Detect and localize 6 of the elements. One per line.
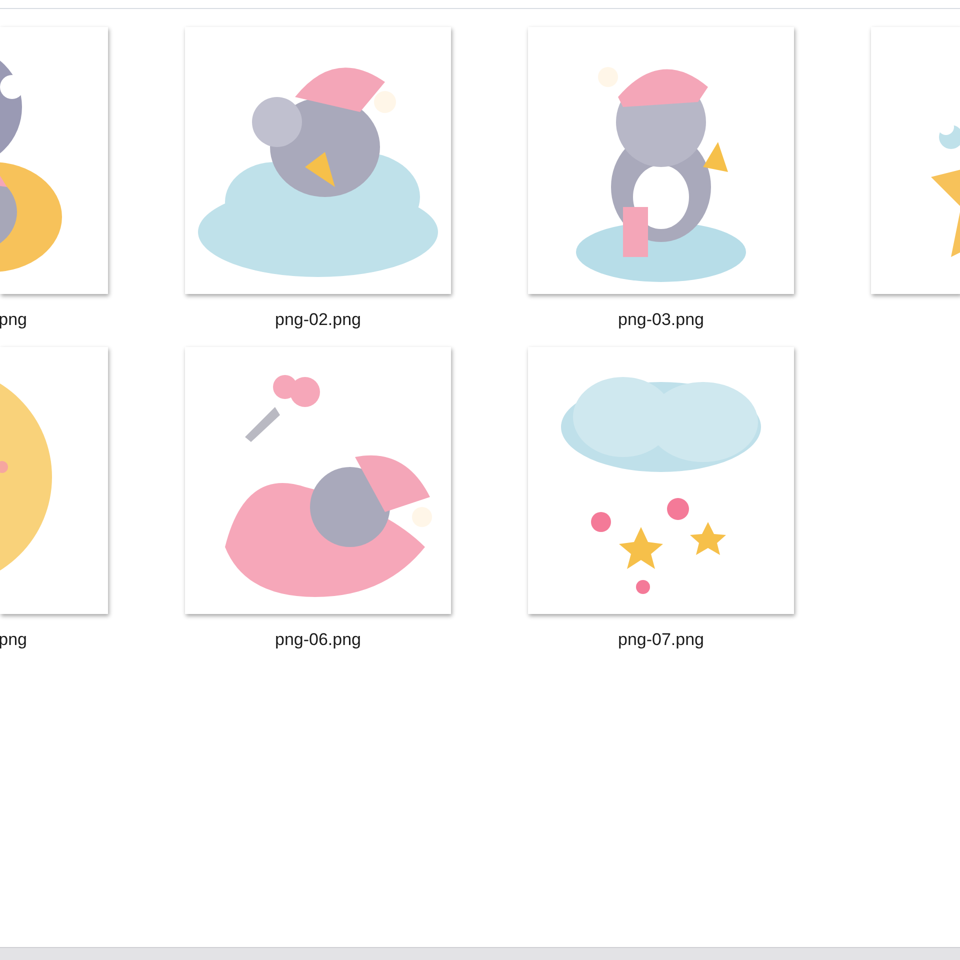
file-name[interactable]: png [0, 310, 27, 344]
file-name[interactable]: png-03.png [618, 310, 704, 344]
file-name[interactable]: png [0, 630, 27, 664]
file-name[interactable]: png-06.png [274, 630, 362, 664]
file-name[interactable]: png-02.png [274, 310, 362, 344]
file-name[interactable]: png-07.png [618, 630, 704, 664]
